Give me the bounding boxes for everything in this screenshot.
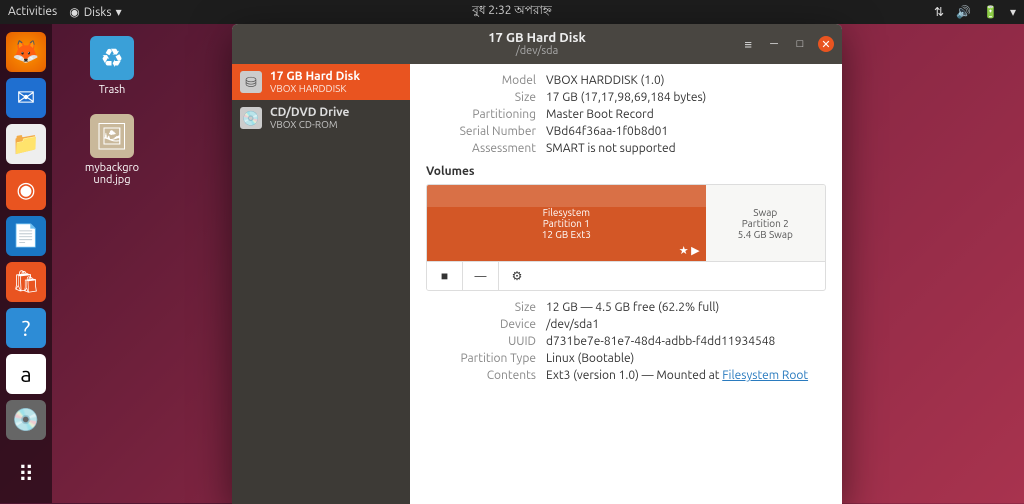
play-icon: ▶ [691, 245, 699, 257]
top-bar: Activities ◉ Disks ▾ বুধ 2:32 অপরাহ্ন ⇅ … [0, 0, 1024, 24]
disk-detail-pane: Model VBOX HARDDISK (1.0) Size 17 GB (17,1… [410, 64, 842, 504]
label-psize: Size [426, 301, 536, 314]
dock-help[interactable]: ? [6, 308, 46, 348]
filesystem-root-link[interactable]: Filesystem Root [722, 369, 808, 382]
close-button[interactable]: ✕ [818, 36, 834, 52]
dock-software[interactable]: 🛍 [6, 262, 46, 302]
device-sidebar: ⛁ 17 GB Hard Disk VBOX HARDDISK 💿 CD/DVD… [232, 64, 410, 504]
disks-window: 17 GB Hard Disk /dev/sda ≡ ─ □ ✕ ⛁ 17 GB… [232, 24, 842, 504]
value-size: 17 GB (17,17,98,69,184 bytes) [546, 91, 706, 104]
dock-rhythmbox[interactable]: ◉ [6, 170, 46, 210]
label-assessment: Assessment [426, 142, 536, 155]
maximize-button[interactable]: □ [792, 36, 808, 52]
harddisk-icon: ⛁ [240, 71, 262, 93]
volume-icon[interactable]: 🔊 [956, 5, 971, 19]
delete-partition-button[interactable]: — [463, 262, 499, 290]
desktop-file-jpg[interactable]: 🖼 mybackgro und.jpg [82, 114, 142, 186]
volume-toolbar: ■ — ⚙ [427, 261, 825, 290]
activities-button[interactable]: Activities [8, 5, 57, 19]
dock-firefox[interactable]: 🦊 [6, 32, 46, 72]
value-ptype: Linux (Bootable) [546, 352, 634, 365]
battery-icon[interactable]: 🔋 [983, 5, 998, 19]
label-ptype: Partition Type [426, 352, 536, 365]
label-contents: Contents [426, 369, 536, 382]
dock-disks[interactable]: 💿 [6, 400, 46, 440]
volume-partition-1[interactable]: Filesystem Partition 1 12 GB Ext3 ★ ▶ [427, 185, 706, 261]
chevron-down-icon: ▾ [116, 5, 122, 19]
dock-writer[interactable]: 📄 [6, 216, 46, 256]
value-assessment: SMART is not supported [546, 142, 676, 155]
chevron-down-icon[interactable]: ▾ [1010, 5, 1016, 19]
volume-partition-2[interactable]: Swap Partition 2 5.4 GB Swap [706, 185, 825, 261]
unmount-button[interactable]: ■ [427, 262, 463, 290]
value-partitioning: Master Boot Record [546, 108, 654, 121]
label-size: Size [426, 91, 536, 104]
label-model: Model [426, 74, 536, 87]
value-serial: VBd64f36aa-1f0b8d01 [546, 125, 668, 138]
value-model: VBOX HARDDISK (1.0) [546, 74, 665, 87]
label-serial: Serial Number [426, 125, 536, 138]
value-psize: 12 GB — 4.5 GB free (62.2% full) [546, 301, 719, 314]
value-contents: Ext3 (version 1.0) — Mounted at Filesyst… [546, 369, 808, 382]
sidebar-item-cddvd[interactable]: 💿 CD/DVD Drive VBOX CD-ROM [232, 100, 410, 136]
desktop-trash[interactable]: ♻ Trash [82, 36, 142, 96]
label-device: Device [426, 318, 536, 331]
disks-icon: ◉ [69, 5, 79, 19]
window-title: 17 GB Hard Disk [488, 31, 586, 45]
app-menu[interactable]: ◉ Disks ▾ [69, 5, 121, 19]
value-device: /dev/sda1 [546, 318, 599, 331]
minimize-button[interactable]: ─ [766, 36, 782, 52]
desktop: ♻ Trash 🖼 mybackgro und.jpg 17 GB Hard D… [52, 24, 1024, 503]
dock-files[interactable]: 📁 [6, 124, 46, 164]
value-uuid: d731be7e-81e7-48d4-adbb-f4dd11934548 [546, 335, 775, 348]
dock-amazon[interactable]: a [6, 354, 46, 394]
volumes-diagram: Filesystem Partition 1 12 GB Ext3 ★ ▶ Sw… [426, 184, 826, 291]
titlebar[interactable]: 17 GB Hard Disk /dev/sda ≡ ─ □ ✕ [232, 24, 842, 64]
label-partitioning: Partitioning [426, 108, 536, 121]
image-file-icon: 🖼 [90, 114, 134, 158]
dock-show-apps[interactable]: ⠿ [6, 455, 46, 495]
dock: 🦊 ✉ 📁 ◉ 📄 🛍 ? a 💿 ⠿ [0, 24, 52, 503]
volumes-heading: Volumes [426, 165, 826, 178]
more-options-button[interactable]: ⚙ [499, 262, 535, 290]
sidebar-item-harddisk[interactable]: ⛁ 17 GB Hard Disk VBOX HARDDISK [232, 64, 410, 100]
label-uuid: UUID [426, 335, 536, 348]
star-icon: ★ [679, 245, 689, 257]
cd-icon: 💿 [240, 107, 262, 129]
dock-thunderbird[interactable]: ✉ [6, 78, 46, 118]
network-icon[interactable]: ⇅ [934, 5, 944, 19]
hamburger-icon[interactable]: ≡ [744, 37, 752, 52]
trash-icon: ♻ [90, 36, 134, 80]
window-subtitle: /dev/sda [488, 45, 586, 57]
clock[interactable]: বুধ 2:32 অপরাহ্ন [472, 2, 552, 22]
